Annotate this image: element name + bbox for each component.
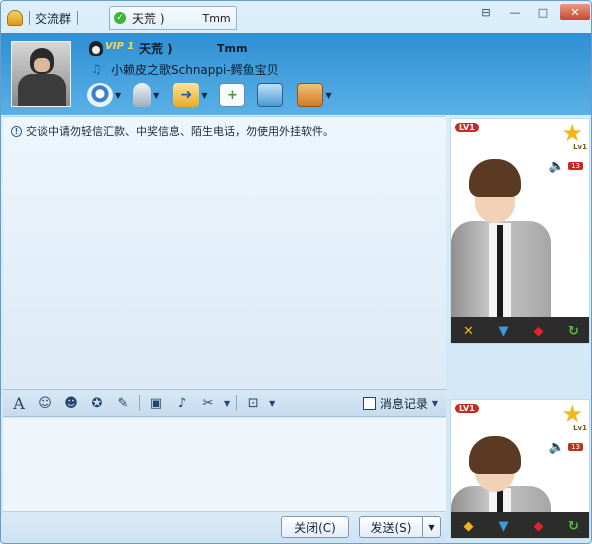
minimize-button[interactable]: — <box>504 4 526 20</box>
music-icon[interactable]: ♪ <box>172 393 192 413</box>
level-badge: LV1 <box>455 404 479 413</box>
emoji-icon[interactable]: ☺ <box>35 393 55 413</box>
chevron-down-icon: ▼ <box>431 399 438 408</box>
security-notice: ! 交谈中请勿轻信汇款、中奖信息、陌生电话，勿使用外挂软件。 <box>11 123 334 139</box>
font-icon[interactable]: A <box>9 393 29 413</box>
show-actions: ✕ ▼ ◆ ↻ <box>451 317 589 343</box>
contact-signature: 小赖皮之歌Schnappi-鳄鱼宝贝 <box>111 63 279 77</box>
star-icon: ★ <box>561 400 583 428</box>
message-history-label: 消息记录 <box>379 397 428 411</box>
send-file-button[interactable]: ➜ ▼ <box>173 82 207 108</box>
star-level: Lv1 <box>573 424 587 432</box>
message-add-icon: + <box>219 83 246 107</box>
feature-toolbar: ▼ ▼ ➜ ▼ + ▼ <box>87 81 338 109</box>
action-bar: 关闭(C) 发送(S) ▼ <box>3 512 446 542</box>
vip-badge: VIP 1 <box>105 41 135 52</box>
tab-contact-account: Tmm <box>202 11 231 25</box>
send-button[interactable]: 发送(S) <box>359 516 423 538</box>
apps-button[interactable]: ▼ <box>297 82 332 108</box>
message-input[interactable] <box>3 418 446 512</box>
send-options-chevron-icon[interactable]: ▼ <box>422 516 441 538</box>
menu-icon[interactable]: ⊟ <box>475 4 497 20</box>
app-box-icon <box>297 83 324 107</box>
contact-header: VIP 1 天荒 ) Tmm ♫ 小赖皮之歌Schnappi-鳄鱼宝贝 ▼ ▼ … <box>1 33 591 115</box>
contact-account: Tmm <box>217 42 248 55</box>
divider <box>77 11 79 25</box>
self-show-panel: LV1 ★ Lv1 🔈 13 ◆ ▼ ◆ ↻ <box>450 399 590 539</box>
show-actions: ◆ ▼ ◆ ↻ <box>451 512 589 538</box>
monitor-icon <box>257 83 284 107</box>
level-badge: LV1 <box>455 123 479 132</box>
remote-assist-button[interactable] <box>257 82 284 108</box>
security-notice-text: 交谈中请勿轻信汇款、中奖信息、陌生电话，勿使用外挂软件。 <box>26 125 334 138</box>
maximize-button[interactable]: □ <box>532 4 554 20</box>
briefcase-icon[interactable]: ⊡ <box>243 393 263 413</box>
group-icon <box>7 10 23 26</box>
chevron-down-icon[interactable]: ▼ <box>325 91 331 100</box>
contact-nickname: 天荒 ) <box>139 42 173 56</box>
tab-group-chat[interactable]: 交流群 <box>7 7 79 29</box>
wardrobe-icon[interactable]: ▼ <box>493 321 515 341</box>
avatar[interactable] <box>11 41 71 107</box>
group-chat-button[interactable]: + <box>219 82 246 108</box>
chevron-down-icon[interactable]: ▼ <box>201 91 207 100</box>
format-toolbar: A ☺ ☻ ✪ ✎ ▣ ♪ ✂ ▼ ⊡ ▼ 消息记录 ▼ <box>3 389 446 417</box>
tab-contact-name: 天荒 ) <box>132 11 165 26</box>
close-chat-button[interactable]: 关闭(C) <box>281 516 349 538</box>
microphone-icon <box>133 83 152 107</box>
chevron-down-icon[interactable]: ▼ <box>269 399 275 408</box>
funny-face-icon[interactable]: ☻ <box>61 393 81 413</box>
video-call-button[interactable]: ▼ <box>87 82 121 108</box>
tab-bar: 交流群 ✓ 天荒 ) Tmm ⊟ — □ ✕ <box>1 1 591 33</box>
chat-window: 交流群 ✓ 天荒 ) Tmm ⊟ — □ ✕ VIP 1 天荒 ) Tmm ♫ … <box>0 0 592 544</box>
swap-icon[interactable]: ✕ <box>458 321 480 341</box>
divider <box>139 395 140 411</box>
chevron-down-icon[interactable]: ▼ <box>153 91 159 100</box>
chat-history[interactable]: ! 交谈中请勿轻信汇款、中奖信息、陌生电话，勿使用外挂软件。 <box>3 116 446 389</box>
divider <box>236 395 238 411</box>
voice-call-button[interactable]: ▼ <box>133 82 159 108</box>
edit-icon[interactable]: ✎ <box>113 393 133 413</box>
swap-icon[interactable]: ◆ <box>458 516 480 536</box>
avatar-figure[interactable] <box>451 159 589 317</box>
magic-face-icon[interactable]: ✪ <box>87 393 107 413</box>
screenshot-scissors-icon[interactable]: ✂ <box>198 393 218 413</box>
star-icon: ★ <box>561 119 583 147</box>
tab-contact-active[interactable]: ✓ 天荒 ) Tmm <box>109 6 237 30</box>
star-level: Lv1 <box>573 143 587 151</box>
refresh-icon[interactable]: ↻ <box>563 321 585 341</box>
contact-show-panel: LV1 ★ Lv1 🔈 13 ✕ ▼ ◆ ↻ <box>450 118 590 344</box>
wardrobe-icon[interactable]: ▼ <box>493 516 515 536</box>
info-icon: ! <box>11 125 22 137</box>
message-history-button[interactable]: 消息记录 ▼ <box>362 395 438 412</box>
folder-arrow-icon: ➜ <box>173 83 200 107</box>
chevron-down-icon[interactable]: ▼ <box>115 91 121 100</box>
history-icon <box>362 397 376 410</box>
refresh-icon[interactable]: ↻ <box>563 516 585 536</box>
online-status-icon: ✓ <box>114 12 126 24</box>
gem-icon[interactable]: ◆ <box>528 516 550 536</box>
music-note-icon: ♫ <box>91 62 102 76</box>
qq-penguin-icon <box>89 41 103 56</box>
close-button[interactable]: ✕ <box>560 4 590 20</box>
divider <box>29 11 30 25</box>
avatar-figure[interactable] <box>451 436 589 512</box>
gem-icon[interactable]: ◆ <box>528 321 550 341</box>
image-icon[interactable]: ▣ <box>146 393 166 413</box>
tab-group-label: 交流群 <box>35 11 72 26</box>
webcam-icon <box>87 83 113 107</box>
chevron-down-icon[interactable]: ▼ <box>224 399 230 408</box>
